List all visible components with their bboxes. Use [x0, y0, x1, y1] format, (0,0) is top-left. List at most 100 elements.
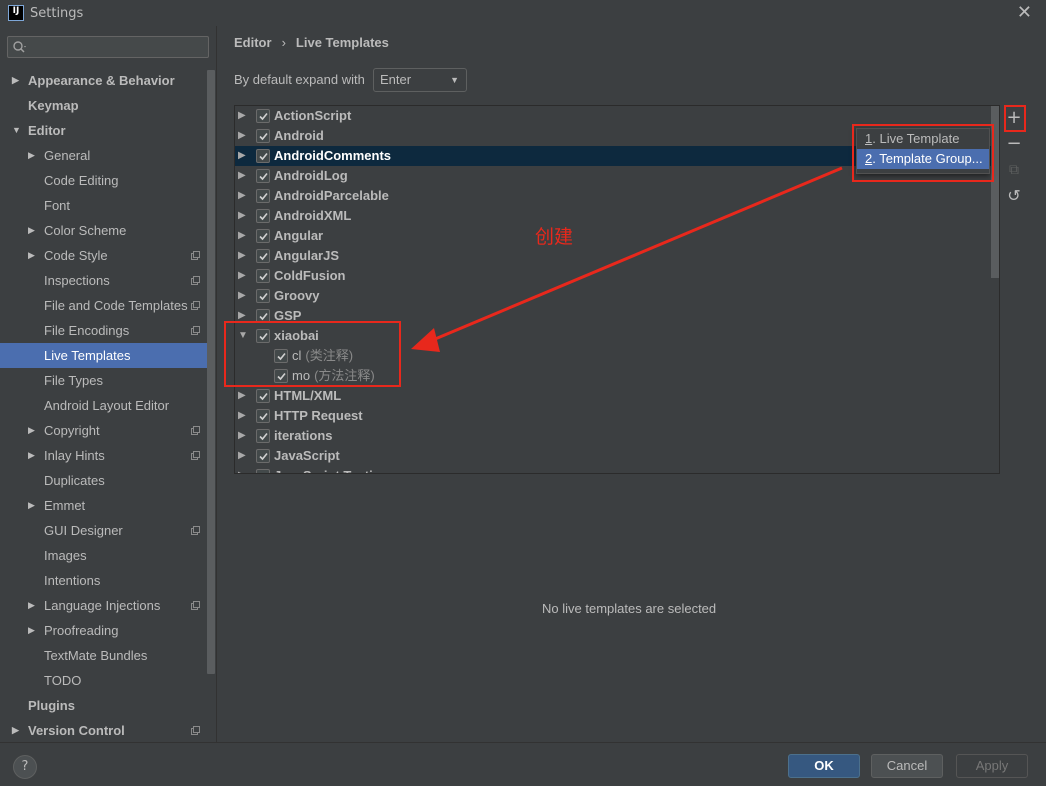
chevron-right-icon[interactable]: ▶ — [238, 206, 246, 226]
sidebar-item-label: Appearance & Behavior — [28, 73, 175, 88]
sidebar-item-font[interactable]: Font — [0, 193, 208, 218]
sidebar-item-code-style[interactable]: ▶ Code Style — [0, 243, 208, 268]
chevron-right-icon[interactable]: ▶ — [238, 266, 246, 286]
enabled-checkbox[interactable] — [256, 209, 270, 223]
sidebar-item-file-encodings[interactable]: File Encodings — [0, 318, 208, 343]
chevron-right-icon[interactable]: ▶ — [238, 126, 246, 146]
chevron-right-icon[interactable]: ▶ — [28, 218, 38, 243]
sidebar-item-language-injections[interactable]: ▶ Language Injections — [0, 593, 208, 618]
template-group-row[interactable]: ▶ AngularJS — [235, 246, 999, 266]
enabled-checkbox[interactable] — [256, 149, 270, 163]
chevron-right-icon[interactable]: ▶ — [238, 426, 246, 446]
help-button[interactable]: ? — [13, 755, 37, 779]
sidebar-item-code-editing[interactable]: Code Editing — [0, 168, 208, 193]
template-group-row[interactable]: ▶ JavaScript Testing — [235, 466, 999, 473]
sidebar-item-images[interactable]: Images — [0, 543, 208, 568]
sidebar-item-color-scheme[interactable]: ▶ Color Scheme — [0, 218, 208, 243]
chevron-right-icon[interactable]: ▶ — [238, 286, 246, 306]
apply-button[interactable]: Apply — [956, 754, 1028, 778]
template-group-row[interactable]: ▶ ColdFusion — [235, 266, 999, 286]
sidebar-item-file-types[interactable]: File Types — [0, 368, 208, 393]
template-group-row[interactable]: ▶ ActionScript — [235, 106, 999, 126]
sidebar-item-todo[interactable]: TODO — [0, 668, 208, 693]
sidebar-item-live-templates[interactable]: Live Templates — [0, 343, 208, 368]
chevron-right-icon[interactable]: ▶ — [238, 386, 246, 406]
chevron-right-icon[interactable]: ▶ — [238, 246, 246, 266]
sidebar-item-appearance-behavior[interactable]: ▶ Appearance & Behavior — [0, 68, 208, 93]
template-group-row[interactable]: ▶ JavaScript — [235, 446, 999, 466]
cancel-button[interactable]: Cancel — [871, 754, 943, 778]
chevron-right-icon[interactable]: ▶ — [28, 418, 38, 443]
sidebar-item-proofreading[interactable]: ▶ Proofreading — [0, 618, 208, 643]
sidebar-item-version-control[interactable]: ▶ Version Control — [0, 718, 208, 743]
sidebar-item-general[interactable]: ▶ General — [0, 143, 208, 168]
chevron-right-icon[interactable]: ▶ — [28, 243, 38, 268]
chevron-right-icon[interactable]: ▶ — [28, 593, 38, 618]
chevron-right-icon[interactable]: ▶ — [238, 446, 246, 466]
app-logo: IJ — [8, 5, 24, 21]
chevron-right-icon[interactable]: ▶ — [12, 718, 22, 743]
enabled-checkbox[interactable] — [256, 429, 270, 443]
template-group-row[interactable]: ▶ iterations — [235, 426, 999, 446]
sidebar-scrollbar[interactable] — [207, 70, 215, 674]
enabled-checkbox[interactable] — [256, 109, 270, 123]
label-text: AndroidXML — [274, 208, 352, 223]
breadcrumb-parent[interactable]: Editor — [234, 35, 272, 50]
enabled-checkbox[interactable] — [256, 229, 270, 243]
sidebar-item-duplicates[interactable]: Duplicates — [0, 468, 208, 493]
chevron-right-icon[interactable]: ▶ — [12, 68, 22, 93]
chevron-right-icon[interactable]: ▶ — [238, 406, 246, 426]
search-input[interactable] — [7, 36, 209, 58]
breadcrumb: Editor › Live Templates — [234, 35, 389, 50]
chevron-right-icon[interactable]: ▶ — [238, 106, 246, 126]
chevron-right-icon[interactable]: ▶ — [238, 146, 246, 166]
chevron-right-icon[interactable]: ▶ — [28, 143, 38, 168]
sidebar-item-plugins[interactable]: Plugins — [0, 693, 208, 718]
enabled-checkbox[interactable] — [256, 389, 270, 403]
remove-icon[interactable]: − — [1004, 134, 1024, 154]
expand-select[interactable]: Enter ▼ — [373, 68, 467, 92]
sidebar-item-gui-designer[interactable]: GUI Designer — [0, 518, 208, 543]
dialog-button-bar: ? OK Cancel Apply — [0, 742, 1046, 786]
project-scope-icon — [191, 251, 200, 260]
chevron-right-icon[interactable]: ▶ — [238, 186, 246, 206]
sidebar-item-file-and-code-templates[interactable]: File and Code Templates — [0, 293, 208, 318]
chevron-right-icon[interactable]: ▶ — [28, 493, 38, 518]
enabled-checkbox[interactable] — [256, 449, 270, 463]
chevron-right-icon[interactable]: ▶ — [28, 618, 38, 643]
enabled-checkbox[interactable] — [256, 189, 270, 203]
chevron-right-icon[interactable]: ▶ — [28, 443, 38, 468]
close-icon[interactable]: ✕ — [1017, 2, 1032, 23]
chevron-right-icon[interactable]: ▶ — [238, 466, 246, 473]
copy-icon[interactable]: ⧉ — [1004, 160, 1024, 180]
ok-button[interactable]: OK — [788, 754, 860, 778]
enabled-checkbox[interactable] — [256, 409, 270, 423]
sidebar-item-keymap[interactable]: Keymap — [0, 93, 208, 118]
label-text: AngularJS — [274, 248, 340, 263]
template-group-row[interactable]: ▶ AndroidXML — [235, 206, 999, 226]
sidebar-item-copyright[interactable]: ▶ Copyright — [0, 418, 208, 443]
template-group-row[interactable]: ▶ Angular — [235, 226, 999, 246]
template-group-row[interactable]: ▶ HTTP Request — [235, 406, 999, 426]
sidebar-item-inspections[interactable]: Inspections — [0, 268, 208, 293]
enabled-checkbox[interactable] — [256, 469, 270, 473]
sidebar-item-emmet[interactable]: ▶ Emmet — [0, 493, 208, 518]
enabled-checkbox[interactable] — [256, 129, 270, 143]
chevron-right-icon[interactable]: ▶ — [238, 166, 246, 186]
enabled-checkbox[interactable] — [256, 169, 270, 183]
chevron-down-icon[interactable]: ▼ — [12, 118, 22, 143]
sidebar-item-textmate-bundles[interactable]: TextMate Bundles — [0, 643, 208, 668]
group-label: JavaScript Testing — [274, 466, 389, 473]
sidebar-item-inlay-hints[interactable]: ▶ Inlay Hints — [0, 443, 208, 468]
enabled-checkbox[interactable] — [256, 269, 270, 283]
restore-icon[interactable]: ↺ — [1004, 186, 1024, 206]
template-group-row[interactable]: ▶ Groovy — [235, 286, 999, 306]
sidebar-item-intentions[interactable]: Intentions — [0, 568, 208, 593]
template-group-row[interactable]: ▶ AndroidParcelable — [235, 186, 999, 206]
sidebar-item-editor[interactable]: ▼ Editor — [0, 118, 208, 143]
chevron-right-icon[interactable]: ▶ — [238, 226, 246, 246]
enabled-checkbox[interactable] — [256, 289, 270, 303]
enabled-checkbox[interactable] — [256, 249, 270, 263]
template-group-row[interactable]: ▶ HTML/XML — [235, 386, 999, 406]
sidebar-item-android-layout-editor[interactable]: Android Layout Editor — [0, 393, 208, 418]
